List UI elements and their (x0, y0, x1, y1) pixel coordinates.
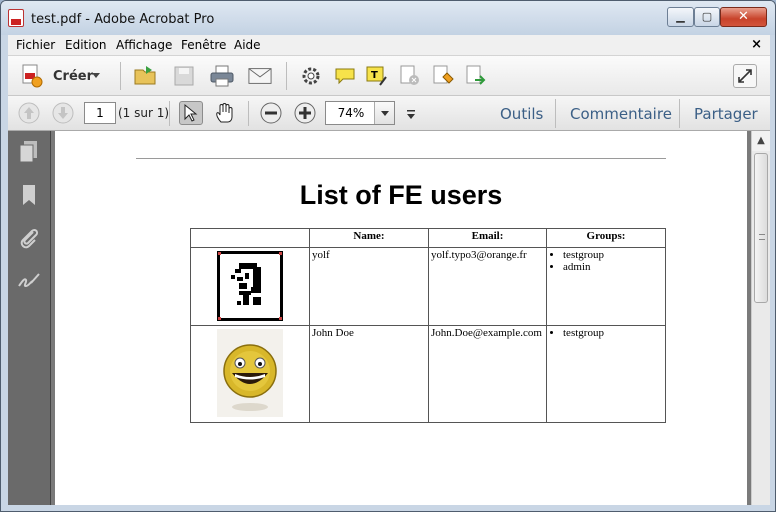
page-number-input[interactable]: 1 (84, 102, 116, 124)
tab-outils[interactable]: Outils (500, 105, 543, 123)
next-page-icon[interactable] (51, 101, 75, 125)
minimize-button[interactable]: ▁ (667, 7, 694, 27)
zoom-dropdown-icon[interactable] (374, 102, 394, 124)
scroll-up-arrow-icon[interactable]: ▲ (752, 131, 770, 151)
toolbar-divider (555, 99, 556, 128)
close-document-button[interactable]: × (751, 37, 762, 52)
save-icon[interactable] (172, 64, 196, 88)
signatures-icon[interactable] (17, 269, 41, 293)
page-thumbnails-icon[interactable] (17, 140, 41, 164)
fullscreen-icon[interactable] (733, 64, 757, 88)
toolbar-divider (679, 99, 680, 128)
user-name-cell: John Doe (309, 325, 429, 423)
zoom-out-icon[interactable] (259, 101, 283, 125)
comment-bubble-icon[interactable] (333, 64, 357, 88)
scrollbar-grip (759, 234, 765, 240)
hand-tool-icon[interactable] (213, 101, 237, 125)
tab-commentaire[interactable]: Commentaire (570, 105, 672, 123)
toolbar-divider (120, 62, 121, 90)
vertical-scrollbar[interactable]: ▲ (751, 131, 770, 505)
create-pdf-icon[interactable] (20, 64, 44, 88)
toolbar-divider (248, 101, 249, 126)
user-groups-cell: testgroup (546, 325, 666, 423)
zoom-select[interactable]: 74% (325, 101, 395, 125)
groups-list: testgroup admin (563, 249, 663, 273)
pdf-page: List of FE users Name: Email: Groups: yo… (55, 131, 747, 505)
menu-fenetre[interactable]: Fenêtre (181, 38, 226, 52)
create-button-label[interactable]: Créer (53, 69, 93, 84)
open-folder-icon[interactable] (134, 63, 158, 87)
smiley-avatar-image (217, 329, 283, 417)
main-toolbar: Créer T (8, 56, 770, 96)
email-icon[interactable] (248, 64, 272, 88)
tab-partager[interactable]: Partager (694, 105, 758, 123)
document-title: List of FE users (299, 180, 503, 210)
menu-aide[interactable]: Aide (234, 38, 261, 52)
table-header-name: Name: (309, 228, 429, 248)
attachments-paperclip-icon[interactable] (17, 226, 41, 250)
export-document-icon[interactable] (464, 64, 488, 88)
toolbar-divider (169, 101, 170, 126)
create-dropdown-icon[interactable] (92, 73, 100, 78)
table-header-avatar (190, 228, 310, 248)
previous-page-icon[interactable] (17, 101, 41, 125)
table-header-groups: Groups: (546, 228, 666, 248)
menu-bar: Fichier Edition Affichage Fenêtre Aide × (8, 35, 770, 56)
gear-icon[interactable] (299, 64, 323, 88)
groups-list: testgroup (563, 327, 663, 339)
zoom-in-icon[interactable] (293, 101, 317, 125)
table-header-email: Email: (428, 228, 547, 248)
scrollbar-thumb[interactable] (754, 153, 768, 303)
highlight-text-icon[interactable]: T (365, 64, 389, 88)
close-window-button[interactable]: ✕ (720, 7, 767, 27)
customize-toolbar-icon[interactable] (402, 102, 420, 126)
navigation-toolbar: 1 (1 sur 1) 74% Outils Commentaire Parta… (8, 96, 770, 131)
svg-text:T: T (371, 70, 378, 81)
user-groups-cell: testgroup admin (546, 247, 666, 326)
users-table: Name: Email: Groups: yolf yolf.typo3@ora… (190, 228, 666, 423)
user-email-cell: John.Doe@example.com (428, 325, 547, 423)
maximize-button[interactable]: ▢ (694, 7, 720, 27)
bookmarks-icon[interactable] (17, 183, 41, 207)
menu-edition[interactable]: Edition (65, 38, 107, 52)
table-header-row: Name: Email: Groups: (190, 228, 666, 248)
pixel-avatar-image (216, 250, 284, 322)
print-icon[interactable] (210, 64, 234, 88)
group-item: testgroup (563, 327, 663, 339)
group-item: admin (563, 261, 663, 273)
menu-affichage[interactable]: Affichage (116, 38, 172, 52)
title-bar[interactable]: test.pdf - Adobe Acrobat Pro ▁ ▢ ✕ (1, 1, 775, 35)
window-title: test.pdf - Adobe Acrobat Pro (31, 12, 215, 27)
navigation-pane (8, 131, 51, 505)
acrobat-window: test.pdf - Adobe Acrobat Pro ▁ ▢ ✕ Fichi… (0, 0, 776, 512)
toolbar-divider (286, 62, 287, 90)
horizontal-rule (136, 158, 666, 159)
group-item: testgroup (563, 249, 663, 261)
select-cursor-icon[interactable] (179, 101, 203, 125)
table-row: yolf yolf.typo3@orange.fr testgroup admi… (190, 247, 666, 326)
document-area: List of FE users Name: Email: Groups: yo… (51, 131, 751, 505)
user-email-cell: yolf.typo3@orange.fr (428, 247, 547, 326)
delete-page-icon[interactable] (398, 64, 422, 88)
avatar-cell (190, 325, 310, 423)
table-row: John Doe John.Doe@example.com testgroup (190, 325, 666, 423)
pdf-file-icon (8, 9, 24, 27)
avatar-cell (190, 247, 310, 326)
zoom-value: 74% (337, 106, 365, 120)
menu-fichier[interactable]: Fichier (16, 38, 55, 52)
page-count-label: (1 sur 1) (118, 106, 170, 120)
user-name-cell: yolf (309, 247, 429, 326)
sign-document-icon[interactable] (431, 64, 455, 88)
